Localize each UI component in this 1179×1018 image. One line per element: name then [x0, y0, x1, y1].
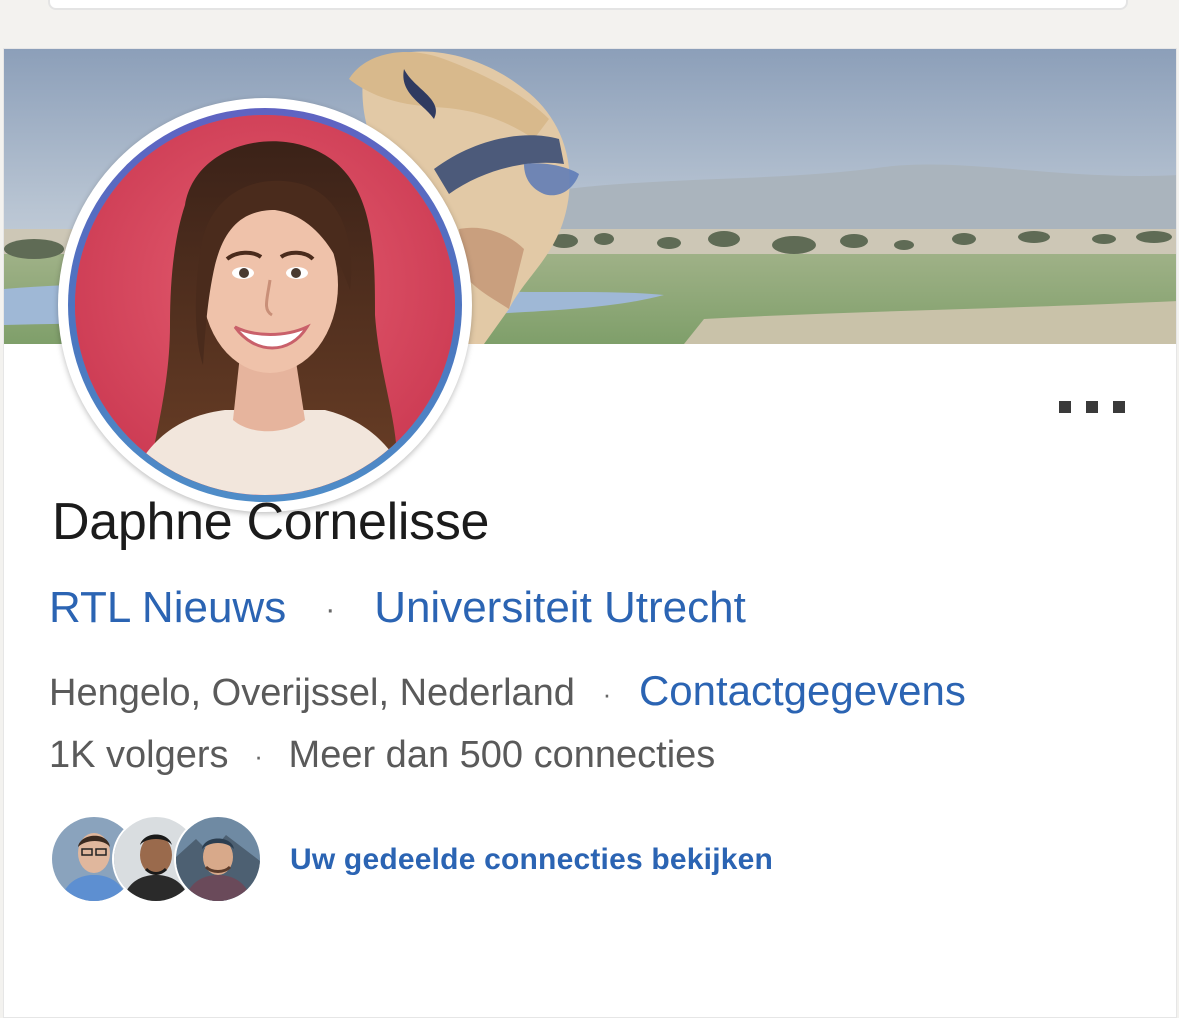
company-link[interactable]: RTL Nieuws: [49, 583, 286, 632]
more-horizontal-icon-dot: [1113, 401, 1125, 413]
previous-card: [48, 0, 1128, 10]
profile-name: Daphne Cornelisse: [52, 493, 490, 551]
network-stats: 1K volgers · Meer dan 500 connecties: [49, 734, 715, 777]
followers-count: 1K volgers: [49, 734, 229, 776]
more-horizontal-icon-dot: [1086, 401, 1098, 413]
avatar-ring: [68, 108, 462, 502]
shared-connections-link[interactable]: Uw gedeelde connecties bekijken: [290, 843, 773, 877]
avatar[interactable]: [58, 98, 472, 512]
more-options-button[interactable]: [1059, 398, 1125, 416]
headline: RTL Nieuws · Universiteit Utrecht: [49, 583, 746, 633]
shared-connections: Uw gedeelde connecties bekijken: [50, 815, 773, 905]
avatar-photo: [75, 115, 455, 495]
location-line: Hengelo, Overijssel, Nederland · Contactge…: [49, 667, 966, 715]
headline-separator: ·: [325, 593, 336, 627]
contact-info-link[interactable]: Contactgegevens: [639, 667, 966, 714]
location-text: Hengelo, Overijssel, Nederland: [49, 672, 575, 714]
stats-separator: ·: [254, 741, 263, 772]
more-horizontal-icon: [1059, 401, 1071, 413]
education-link[interactable]: Universiteit Utrecht: [374, 583, 746, 632]
shared-connection-avatars[interactable]: [50, 815, 262, 905]
location-separator: ·: [602, 679, 612, 710]
shared-connection-avatar: [174, 815, 262, 903]
connections-count: Meer dan 500 connecties: [288, 734, 716, 776]
